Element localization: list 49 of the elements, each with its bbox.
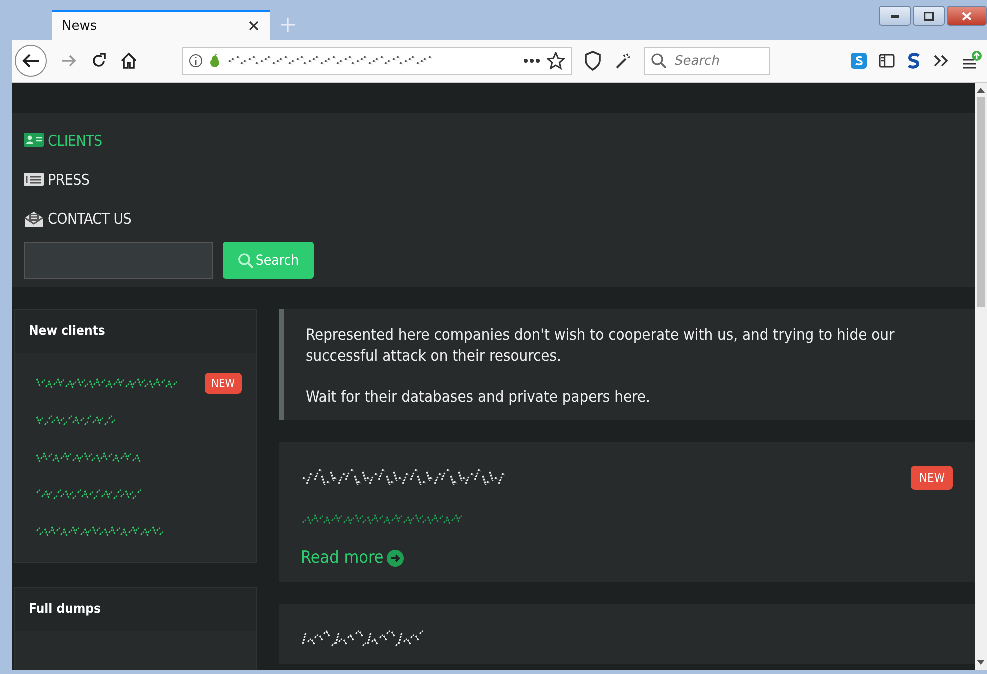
menu-icon[interactable] <box>961 50 983 72</box>
browser-tab[interactable]: News <box>52 10 270 40</box>
minimize-button[interactable] <box>879 6 911 26</box>
id-card-icon <box>24 132 44 148</box>
magic-wand-icon[interactable] <box>614 52 632 70</box>
search-icon <box>651 53 667 69</box>
new-badge: NEW <box>204 373 242 394</box>
more-icon[interactable] <box>523 58 541 64</box>
sidebar-icon[interactable] <box>879 53 895 69</box>
nav-link[interactable]: CONTACT US <box>24 199 965 238</box>
panel-title: Full dumps <box>15 588 256 631</box>
reload-icon[interactable] <box>90 52 108 70</box>
search-icon <box>238 252 254 268</box>
new-badge: NEW <box>911 466 953 490</box>
search-box[interactable]: Search <box>644 47 770 75</box>
nav-link[interactable]: CLIENTS <box>24 121 965 160</box>
pear-icon <box>209 54 221 68</box>
address-bar[interactable] <box>182 47 572 75</box>
scroll-down-icon <box>977 660 985 666</box>
info-icon <box>189 54 203 68</box>
envelope-icon <box>24 210 44 226</box>
close-icon[interactable] <box>248 20 260 32</box>
notice-text: Represented here companies don't wish to cooperate with us, and trying to hide our successful attack on their resources. <box>306 325 896 367</box>
maximize-icon <box>924 12 934 20</box>
close-icon <box>962 12 972 20</box>
minimize-icon <box>891 14 899 18</box>
notice-text: Wait for their databases and private papers here. <box>306 387 652 408</box>
back-icon[interactable] <box>14 44 48 78</box>
newspaper-icon <box>24 172 44 188</box>
read-more-link[interactable]: Read more <box>301 548 404 568</box>
overflow-icon[interactable] <box>933 54 949 68</box>
redacted-client-link[interactable] <box>35 524 165 540</box>
s-logo-icon[interactable] <box>907 53 921 69</box>
nav-link[interactable]: PRESS <box>24 160 965 199</box>
scroll-up-icon <box>977 87 985 93</box>
search-input[interactable] <box>24 242 213 279</box>
scroll-thumb[interactable] <box>977 97 985 307</box>
redacted-client-link[interactable] <box>35 486 143 502</box>
maximize-button[interactable] <box>913 6 945 26</box>
redacted-client-link[interactable] <box>35 450 143 466</box>
star-icon[interactable] <box>547 52 565 70</box>
arrow-circle-icon <box>386 550 404 566</box>
tab-title: News <box>62 18 98 34</box>
home-icon[interactable] <box>120 52 138 70</box>
close-button[interactable] <box>947 6 987 26</box>
shield-icon[interactable] <box>584 51 602 71</box>
panel-title: New clients <box>15 310 256 353</box>
scrollbar[interactable] <box>975 83 987 670</box>
redacted-client-link[interactable] <box>35 376 180 392</box>
